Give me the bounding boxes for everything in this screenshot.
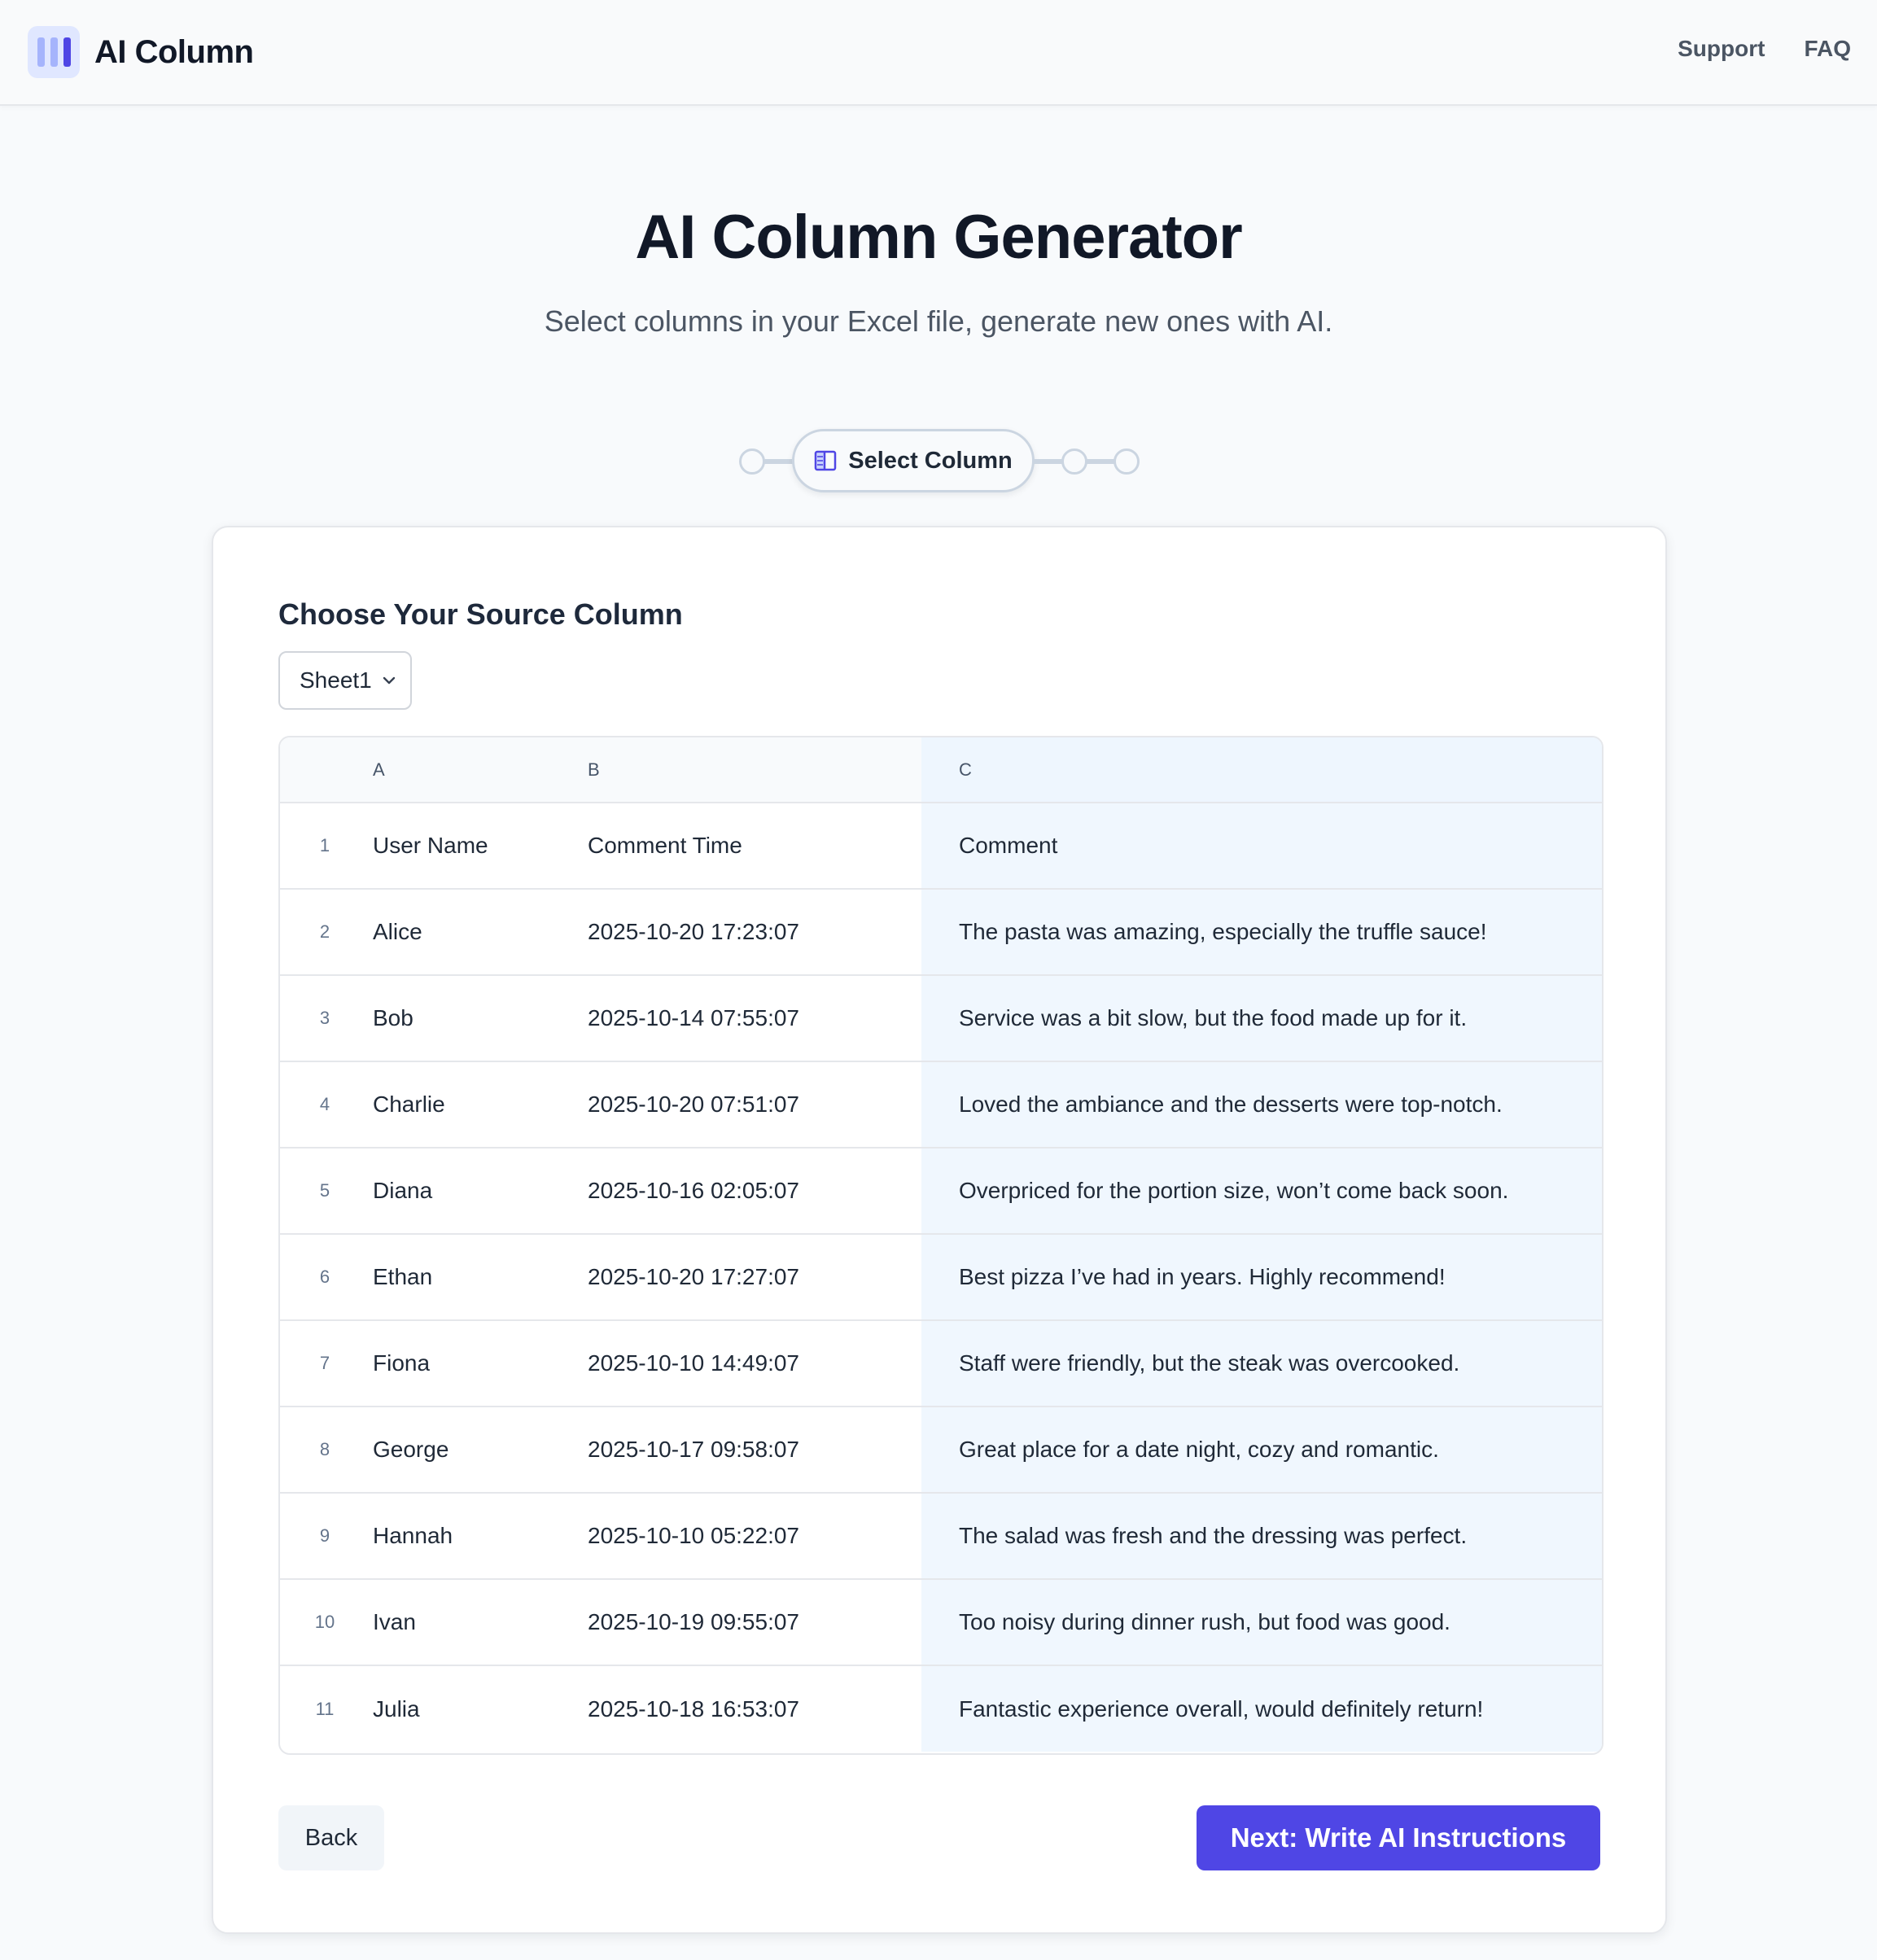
cell-b[interactable]: 2025-10-10 05:22:07: [584, 1493, 921, 1580]
row-number: 6: [280, 1234, 370, 1321]
table-row: 9 Hannah 2025-10-10 05:22:07 The salad w…: [280, 1493, 1602, 1580]
row-number: 10: [280, 1579, 370, 1666]
page-subtitle: Select columns in your Excel file, gener…: [544, 304, 1333, 338]
cell-a[interactable]: Ivan: [370, 1579, 584, 1666]
table-row: 11 Julia 2025-10-18 16:53:07 Fantastic e…: [280, 1665, 1602, 1752]
row-number: 11: [315, 1698, 335, 1719]
cell-a[interactable]: Charlie: [370, 1061, 584, 1148]
row-number: 1: [280, 803, 370, 890]
cell-b[interactable]: 2025-10-18 16:53:07: [584, 1665, 921, 1752]
row-number: 4: [280, 1061, 370, 1148]
step-connector: [763, 459, 794, 464]
cell-b[interactable]: 2025-10-19 09:55:07: [584, 1579, 921, 1666]
table-row: 8 George 2025-10-17 09:58:07 Great place…: [280, 1407, 1602, 1494]
cell-a[interactable]: Alice: [370, 889, 584, 976]
row-number: 3: [280, 975, 370, 1062]
table-row: 6 Ethan 2025-10-20 17:27:07 Best pizza I…: [280, 1234, 1602, 1321]
table-row: 1 User Name Comment Time Comment: [280, 803, 1602, 890]
cell-a[interactable]: Bob: [370, 975, 584, 1062]
cell-b[interactable]: 2025-10-20 17:27:07: [584, 1234, 921, 1321]
table-row: 2 Alice 2025-10-20 17:23:07 The pasta wa…: [280, 889, 1602, 976]
next-write-ai-instructions-button[interactable]: Next: Write AI Instructions: [1197, 1805, 1600, 1870]
cell-c[interactable]: Best pizza I’ve had in years. Highly rec…: [921, 1234, 1602, 1321]
table-row: 10 Ivan 2025-10-19 09:55:07 Too noisy du…: [280, 1579, 1602, 1666]
sheet-select[interactable]: Sheet1: [278, 651, 412, 710]
cell-a[interactable]: Hannah: [370, 1493, 584, 1580]
sheet-select-value: Sheet1: [300, 667, 372, 693]
cell-a[interactable]: Julia: [370, 1665, 584, 1752]
column-select-icon: [815, 450, 837, 471]
cell-c[interactable]: Service was a bit slow, but the food mad…: [921, 975, 1602, 1062]
nav-support-link[interactable]: Support: [1678, 36, 1765, 62]
column-header-c-selected[interactable]: C: [921, 737, 1602, 803]
columns-logo-icon: [28, 26, 80, 78]
cell-a[interactable]: Fiona: [370, 1320, 584, 1407]
nav-faq-link[interactable]: FAQ: [1804, 36, 1851, 62]
brand[interactable]: AI Column: [28, 26, 254, 78]
top-nav: Support FAQ: [1678, 36, 1851, 62]
back-button[interactable]: Back: [278, 1805, 384, 1870]
row-number: 5: [280, 1148, 370, 1235]
row-number: 2: [280, 889, 370, 976]
source-column-card: Choose Your Source Column Sheet1 A B C 1: [212, 526, 1667, 1934]
sheet-preview-table: A B C 1 User Name Comment Time Comment 2…: [278, 736, 1604, 1755]
step-4-dot: [1114, 448, 1140, 475]
cell-a[interactable]: User Name: [370, 803, 584, 890]
cell-c[interactable]: Too noisy during dinner rush, but food w…: [921, 1579, 1602, 1666]
cell-c[interactable]: Staff were friendly, but the steak was o…: [921, 1320, 1602, 1407]
cell-a[interactable]: George: [370, 1407, 584, 1494]
card-title: Choose Your Source Column: [278, 597, 683, 631]
row-number: 9: [280, 1493, 370, 1580]
column-header-b[interactable]: B: [584, 737, 921, 803]
cell-b[interactable]: 2025-10-10 14:49:07: [584, 1320, 921, 1407]
cell-c[interactable]: Loved the ambiance and the desserts were…: [921, 1061, 1602, 1148]
table-row: 4 Charlie 2025-10-20 07:51:07 Loved the …: [280, 1061, 1602, 1148]
active-step-label: Select Column: [848, 447, 1013, 474]
cell-b[interactable]: 2025-10-20 17:23:07: [584, 889, 921, 976]
corner-cell: [280, 737, 370, 803]
cell-b[interactable]: 2025-10-17 09:58:07: [584, 1407, 921, 1494]
table-row: 5 Diana 2025-10-16 02:05:07 Overpriced f…: [280, 1148, 1602, 1235]
cell-c[interactable]: The pasta was amazing, especially the tr…: [921, 889, 1602, 976]
step-3-dot: [1061, 448, 1087, 475]
cell-b[interactable]: Comment Time: [584, 803, 921, 890]
table-row: 3 Bob 2025-10-14 07:55:07 Service was a …: [280, 975, 1602, 1062]
column-header-a[interactable]: A: [370, 737, 584, 803]
top-bar: AI Column Support FAQ: [0, 0, 1877, 106]
column-letter-row: A B C: [280, 737, 1602, 803]
row-number: 7: [280, 1320, 370, 1407]
cell-c[interactable]: Comment: [921, 803, 1602, 890]
app-name: AI Column: [94, 33, 254, 70]
cell-c[interactable]: The salad was fresh and the dressing was…: [921, 1493, 1602, 1580]
cell-c[interactable]: Overpriced for the portion size, won’t c…: [921, 1148, 1602, 1235]
cell-b[interactable]: 2025-10-14 07:55:07: [584, 975, 921, 1062]
table-row: 7 Fiona 2025-10-10 14:49:07 Staff were f…: [280, 1320, 1602, 1407]
progress-stepper: Select Column: [0, 429, 1877, 492]
page-title: AI Column Generator: [635, 203, 1242, 272]
chevron-down-icon: [383, 676, 396, 685]
step-1-dot: [739, 448, 765, 475]
cell-c[interactable]: Fantastic experience overall, would defi…: [921, 1665, 1602, 1752]
cell-a[interactable]: Ethan: [370, 1234, 584, 1321]
cell-b[interactable]: 2025-10-16 02:05:07: [584, 1148, 921, 1235]
step-connector: [1086, 459, 1115, 464]
row-number: 8: [280, 1407, 370, 1494]
cell-a[interactable]: Diana: [370, 1148, 584, 1235]
cell-c[interactable]: Great place for a date night, cozy and r…: [921, 1407, 1602, 1494]
step-2-active: Select Column: [792, 429, 1035, 492]
step-connector: [1034, 459, 1065, 464]
cell-b[interactable]: 2025-10-20 07:51:07: [584, 1061, 921, 1148]
